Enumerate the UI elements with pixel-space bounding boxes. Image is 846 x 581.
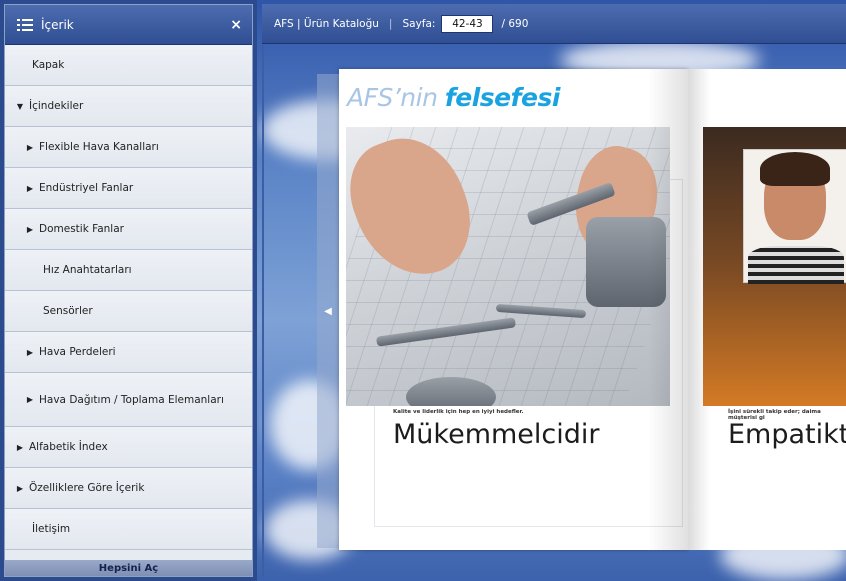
page-keyword: Mükemmelcidir (393, 419, 600, 450)
chevron-right-icon: ▶ (16, 483, 24, 493)
engineering-photo (346, 127, 670, 406)
catalog-title: AFS | Ürün Kataloğu (274, 17, 379, 30)
toc-item-alfabetik-index[interactable]: ▶ Alfabetik İndex (5, 427, 252, 468)
page-number-input[interactable] (441, 14, 494, 33)
toc-item-label: Özelliklere Göre İçerik (29, 482, 145, 494)
toc-item-label: Hız Anahtatarları (43, 264, 132, 276)
toc-menu: Kapak ▼ İçindekiler ▶ Flexible Hava Kana… (5, 45, 252, 550)
toolbar-separator: | (388, 17, 393, 30)
chevron-right-icon: ▶ (26, 395, 34, 404)
chevron-right-icon: ▶ (26, 142, 34, 152)
toc-item-label: Kapak (32, 59, 65, 71)
toc-item-label: Hava Dağıtım / Toplama Elemanları (39, 393, 224, 406)
page-total: / 690 (501, 17, 529, 30)
toc-item-label: İçindekiler (29, 100, 84, 112)
chevron-right-icon: ▶ (26, 183, 34, 193)
chevron-right-icon: ▶ (26, 224, 34, 234)
toc-item-domestik-fanlar[interactable]: ▶ Domestik Fanlar (5, 209, 252, 250)
expand-all-button[interactable]: Hepsini Aç (5, 560, 252, 576)
toc-item-label: Endüstriyel Fanlar (39, 182, 134, 194)
catalog-page-right[interactable]: İşini sürekli takip eder; daima müşteris… (688, 69, 846, 550)
toc-item-iletisim[interactable]: İletişim (5, 509, 252, 550)
toc-item-flexible-hava-kanallari[interactable]: ▶ Flexible Hava Kanalları (5, 127, 252, 168)
heading-part-2: felsefesi (444, 83, 561, 112)
toc-item-endustriyel-fanlar[interactable]: ▶ Endüstriyel Fanlar (5, 168, 252, 209)
chevron-right-icon: ▶ (16, 442, 24, 452)
toc-item-ozelliklere-gore[interactable]: ▶ Özelliklere Göre İçerik (5, 468, 252, 509)
sidebar-header: İçerik × (5, 5, 252, 45)
people-photo (703, 127, 846, 406)
page-heading: AFS’nin felsefesi (347, 83, 560, 112)
sidebar: İçerik × Kapak ▼ İçindekiler ▶ Flexible … (0, 0, 257, 581)
toc-item-sensorler[interactable]: Sensörler (5, 291, 252, 332)
heading-part-1: AFS’nin (347, 83, 445, 112)
sidebar-panel: İçerik × Kapak ▼ İçindekiler ▶ Flexible … (4, 4, 253, 577)
previous-page-button[interactable]: ◀ (317, 74, 339, 548)
chevron-down-icon: ▼ (16, 101, 24, 111)
page-caption: Kalite ve liderlik için hep en iyiyi hed… (393, 409, 524, 415)
sidebar-title: İçerik (41, 17, 74, 32)
toc-item-label: Domestik Fanlar (39, 223, 124, 235)
catalog-page-left[interactable]: AFS’nin felsefesi Kalite ve liderlik içi… (339, 69, 688, 550)
toc-item-label: İletişim (32, 523, 71, 535)
portrait-card (743, 149, 846, 284)
top-toolbar: AFS | Ürün Kataloğu | Sayfa: / 690 (262, 4, 846, 44)
toc-item-hava-perdeleri[interactable]: ▶ Hava Perdeleri (5, 332, 252, 373)
toc-item-label: Alfabetik İndex (29, 441, 108, 453)
toc-item-label: Flexible Hava Kanalları (39, 141, 159, 153)
toc-item-hava-dagitim[interactable]: ▶ Hava Dağıtım / Toplama Elemanları (5, 373, 252, 427)
page-keyword: Empatikt (728, 419, 846, 450)
close-icon[interactable]: × (230, 17, 242, 33)
toc-item-label: Hava Perdeleri (39, 346, 116, 358)
toc-item-hiz-anahtarlari[interactable]: Hız Anahtatarları (5, 250, 252, 291)
page-label: Sayfa: (402, 17, 436, 30)
toc-item-kapak[interactable]: Kapak (5, 45, 252, 86)
chevron-right-icon: ▶ (26, 347, 34, 357)
table-of-contents-icon (17, 18, 33, 32)
toc-item-icindekiler[interactable]: ▼ İçindekiler (5, 86, 252, 127)
toc-item-label: Sensörler (43, 305, 93, 317)
arrow-left-icon: ◀ (324, 305, 332, 317)
